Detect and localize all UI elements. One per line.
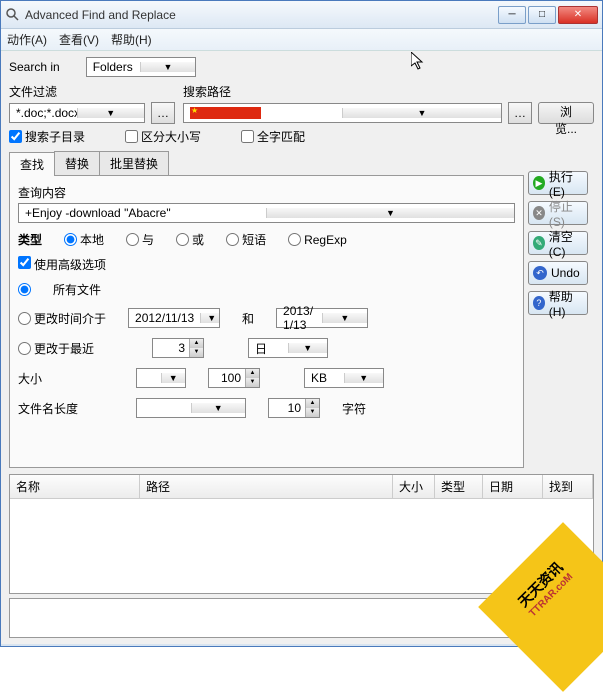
date2-input[interactable]: 2013/ 1/13▼ (276, 308, 368, 328)
results-table[interactable]: 名称 路径 大小 类型 日期 找到 (9, 474, 594, 594)
size-op-select[interactable]: ▼ (136, 368, 186, 388)
col-date[interactable]: 日期 (483, 475, 543, 498)
file-filter-input[interactable]: *.doc;*.docx;*.xls;*.xlsx;*.h▼ (9, 103, 145, 123)
fname-label: 文件名长度 (18, 400, 114, 417)
fname-n-spinner[interactable]: ▲▼ (268, 398, 320, 418)
search-in-label: Search in (9, 60, 60, 74)
maximize-button[interactable]: □ (528, 6, 556, 24)
menubar: 动作(A) 查看(V) 帮助(H) (1, 29, 602, 51)
file-filter-label: 文件过滤 (9, 83, 175, 100)
brush-icon: ✎ (533, 236, 545, 250)
subfolders-checkbox[interactable]: 搜索子目录 (9, 128, 85, 145)
chevron-down-icon: ▼ (77, 108, 145, 118)
search-path-button[interactable]: … (508, 102, 532, 124)
radio-regexp[interactable]: RegExp (288, 233, 347, 247)
clear-button[interactable]: ✎清空(C) (528, 231, 588, 255)
tab-find[interactable]: 查找 (9, 152, 55, 176)
tab-batch[interactable]: 批里替换 (99, 151, 169, 175)
radio-and[interactable]: 与 (126, 231, 154, 248)
close-button[interactable]: ✕ (558, 6, 598, 24)
chevron-down-icon: ▼ (342, 108, 501, 118)
radio-or[interactable]: 或 (176, 231, 204, 248)
col-type[interactable]: 类型 (435, 475, 483, 498)
col-path[interactable]: 路径 (140, 475, 393, 498)
type-label: 类型 (18, 231, 42, 248)
radio-phrase[interactable]: 短语 (226, 231, 266, 248)
query-label: 查询内容 (18, 184, 515, 201)
undo-icon: ↶ (533, 266, 547, 280)
size-n-spinner[interactable]: ▲▼ (208, 368, 260, 388)
search-path-input[interactable]: ▼ (183, 103, 502, 123)
size-label: 大小 (18, 370, 114, 387)
chevron-down-icon: ▼ (266, 208, 514, 218)
fname-op-select[interactable]: ▼ (136, 398, 246, 418)
search-in-select[interactable]: Folders▼ (86, 57, 196, 77)
radio-local[interactable]: 本地 (64, 231, 104, 248)
stop-icon: ✕ (533, 206, 545, 220)
recent-n-spinner[interactable]: ▲▼ (152, 338, 204, 358)
col-name[interactable]: 名称 (10, 475, 140, 498)
radio-modrecent[interactable]: 更改于最近 (18, 340, 130, 357)
file-filter-button[interactable]: … (151, 102, 175, 124)
titlebar: Advanced Find and Replace ─ □ ✕ (1, 1, 602, 29)
search-path-label: 搜索路径 (183, 83, 594, 100)
case-checkbox[interactable]: 区分大小写 (125, 128, 201, 145)
menu-view[interactable]: 查看(V) (59, 31, 99, 48)
col-found[interactable]: 找到 (543, 475, 593, 498)
radio-allfiles[interactable]: 所有文件 (18, 281, 515, 298)
col-size[interactable]: 大小 (393, 475, 435, 498)
advanced-checkbox[interactable]: 使用高级选项 (18, 256, 515, 273)
date1-input[interactable]: 2012/11/13▼ (128, 308, 220, 328)
run-button[interactable]: ▶执行(E) (528, 171, 588, 195)
play-icon: ▶ (533, 176, 545, 190)
flag-icon (190, 107, 261, 119)
help-icon: ? (533, 296, 545, 310)
menu-action[interactable]: 动作(A) (7, 31, 47, 48)
size-unit-select[interactable]: KB▼ (304, 368, 384, 388)
app-icon (5, 7, 21, 23)
browse-button[interactable]: 浏览... (538, 102, 594, 124)
stop-button[interactable]: ✕停止(S) (528, 201, 588, 225)
window-title: Advanced Find and Replace (25, 8, 498, 22)
wholeword-checkbox[interactable]: 全字匹配 (241, 128, 305, 145)
menu-help[interactable]: 帮助(H) (111, 31, 152, 48)
minimize-button[interactable]: ─ (498, 6, 526, 24)
undo-button[interactable]: ↶Undo (528, 261, 588, 285)
radio-modbetween[interactable]: 更改时间介于 (18, 310, 106, 327)
tab-replace[interactable]: 替换 (54, 151, 100, 175)
help-button[interactable]: ?帮助(H) (528, 291, 588, 315)
recent-unit-select[interactable]: 日▼ (248, 338, 328, 358)
query-input[interactable]: +Enjoy -download "Abacre"▼ (18, 203, 515, 223)
chevron-down-icon: ▼ (140, 62, 195, 72)
